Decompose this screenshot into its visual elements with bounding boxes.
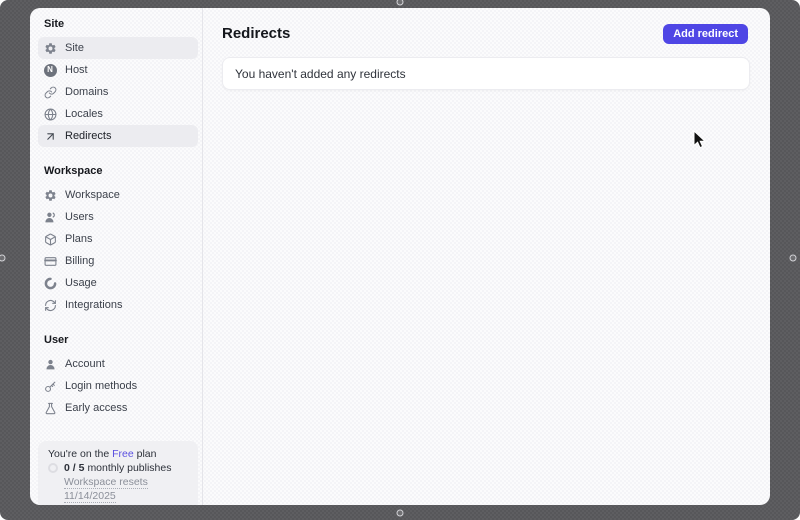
add-redirect-button[interactable]: Add redirect <box>663 24 748 44</box>
sidebar-item-account[interactable]: Account <box>38 353 198 375</box>
resize-handle-left[interactable] <box>0 255 6 262</box>
refresh-icon <box>43 298 57 312</box>
sidebar-item-label: Account <box>65 358 105 370</box>
resize-handle-bottom[interactable] <box>397 510 404 517</box>
page-header: Redirects Add redirect <box>203 8 770 44</box>
main-content: Redirects Add redirect You haven't added… <box>203 8 770 505</box>
page-title: Redirects <box>222 24 290 44</box>
user-icon <box>43 357 57 371</box>
sidebar-item-label: Early access <box>65 402 127 414</box>
usage-gauge-icon <box>43 276 57 290</box>
resize-handle-top[interactable] <box>397 0 404 6</box>
publish-usage: 0 / 5 monthly publishes <box>48 461 190 475</box>
sidebar-section-site: Site <box>38 18 197 30</box>
sidebar-item-host[interactable]: N Host <box>38 59 198 81</box>
sidebar-item-label: Plans <box>65 233 93 245</box>
sidebar-item-label: Site <box>65 42 84 54</box>
redirects-empty-state: You haven't added any redirects <box>222 57 750 90</box>
arrow-up-right-icon <box>43 129 57 143</box>
sidebar-item-label: Usage <box>65 277 97 289</box>
sidebar-item-label: Workspace <box>65 189 120 201</box>
sidebar-item-label: Locales <box>65 108 103 120</box>
empty-state-text: You haven't added any redirects <box>235 67 406 81</box>
sidebar-item-plans[interactable]: Plans <box>38 228 198 250</box>
sidebar-item-label: Redirects <box>65 130 111 142</box>
credit-card-icon <box>43 254 57 268</box>
sidebar-item-early-access[interactable]: Early access <box>38 397 198 419</box>
sidebar-item-domains[interactable]: Domains <box>38 81 198 103</box>
globe-icon <box>43 107 57 121</box>
flask-icon <box>43 401 57 415</box>
users-icon <box>43 210 57 224</box>
sidebar-section-user: User <box>38 334 197 346</box>
gear-icon <box>43 188 57 202</box>
sidebar-item-integrations[interactable]: Integrations <box>38 294 198 316</box>
sidebar-item-site[interactable]: Site <box>38 37 198 59</box>
sidebar-item-label: Billing <box>65 255 94 267</box>
sidebar-section-workspace: Workspace <box>38 165 197 177</box>
host-logo-icon: N <box>43 63 57 77</box>
sidebar-item-users[interactable]: Users <box>38 206 198 228</box>
sidebar-item-login-methods[interactable]: Login methods <box>38 375 198 397</box>
screen-capture-frame: Site Site N Host Domains <box>0 0 800 520</box>
sidebar-item-workspace[interactable]: Workspace <box>38 184 198 206</box>
sidebar-item-label: Host <box>65 64 88 76</box>
sidebar-item-locales[interactable]: Locales <box>38 103 198 125</box>
resize-handle-right[interactable] <box>790 255 797 262</box>
workspace-reset-note[interactable]: Workspace resets 11/14/2025 <box>64 475 190 503</box>
sidebar-item-label: Domains <box>65 86 108 98</box>
sidebar-item-redirects[interactable]: Redirects <box>38 125 198 147</box>
cube-icon <box>43 232 57 246</box>
progress-ring-icon <box>48 463 58 473</box>
sidebar-item-billing[interactable]: Billing <box>38 250 198 272</box>
link-icon <box>43 85 57 99</box>
plan-name-link[interactable]: Free <box>112 448 134 460</box>
sidebar-item-label: Integrations <box>65 299 122 311</box>
sidebar: Site Site N Host Domains <box>30 8 203 505</box>
key-icon <box>43 379 57 393</box>
plan-summary: You're on the Free plan <box>48 447 190 461</box>
sidebar-item-label: Users <box>65 211 94 223</box>
gear-icon <box>43 41 57 55</box>
sidebar-item-usage[interactable]: Usage <box>38 272 198 294</box>
app-window: Site Site N Host Domains <box>30 8 770 505</box>
plan-card: You're on the Free plan 0 / 5 monthly pu… <box>38 441 198 505</box>
sidebar-item-label: Login methods <box>65 380 137 392</box>
